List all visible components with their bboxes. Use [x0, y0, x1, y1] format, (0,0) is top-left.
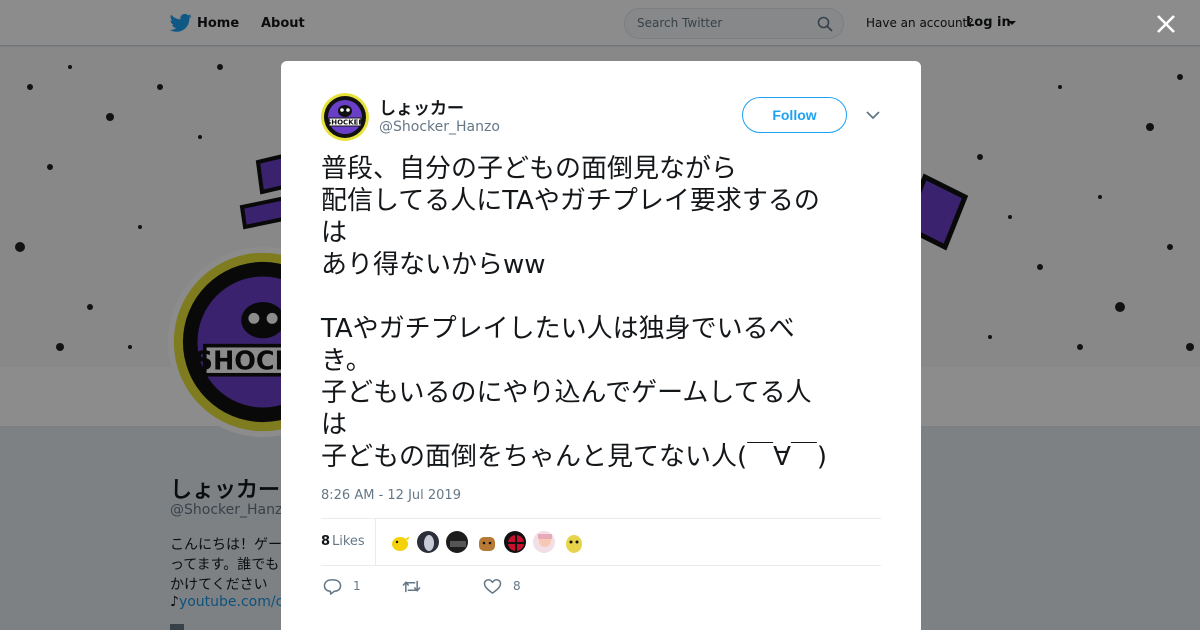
reply-icon [323, 579, 342, 595]
chevron-down-icon[interactable] [865, 109, 881, 121]
liker-avatar[interactable] [474, 530, 498, 554]
stats-divider [375, 519, 376, 566]
likes-label[interactable]: Likes [332, 534, 365, 549]
heart-icon [483, 578, 502, 594]
reply-count: 1 [353, 579, 361, 593]
tweet-author-handle[interactable]: @Shocker_Hanzo [379, 119, 500, 135]
liker-avatar[interactable] [561, 530, 585, 554]
svg-text:SHOCKER: SHOCKER [326, 119, 364, 127]
tweet-author-name[interactable]: しょッカー [379, 94, 464, 119]
tweet-stats: 8 Likes [321, 518, 881, 566]
likes-count[interactable]: 8 [321, 534, 330, 549]
retweet-icon [402, 580, 421, 593]
follow-button[interactable]: Follow [742, 97, 847, 133]
liker-avatar[interactable] [445, 530, 469, 554]
tweet-avatar[interactable]: SHOCKER [321, 93, 369, 141]
liker-avatar[interactable] [503, 530, 527, 554]
tweet-actions: 1 8 [321, 576, 881, 598]
tweet-text-line [321, 281, 881, 313]
tweet-text-line: TAやガチプレイしたい人は独身でいるべ [321, 314, 795, 344]
tweet-text-line: 子どもいるのにやり込んでゲームしてる人 [321, 378, 812, 408]
liker-avatar[interactable] [532, 530, 556, 554]
liker-avatar[interactable] [416, 530, 440, 554]
tweet-text-line: 普段、自分の子どもの面倒見ながら [321, 154, 738, 184]
tweet-text-line: は [321, 218, 348, 248]
shocker-logo: SHOCKER [321, 93, 369, 141]
liker-avatar[interactable] [387, 530, 411, 554]
like-count: 8 [513, 579, 521, 593]
close-icon[interactable] [1154, 12, 1178, 36]
tweet-text-line: 配信してる人にTAやガチプレイ要求するの [321, 186, 820, 216]
tweet-modal: SHOCKER しょッカー @Shocker_Hanzo Follow 普段、自… [281, 61, 921, 630]
tweet-text-line: は [321, 410, 348, 440]
tweet-text: 普段、自分の子どもの面倒見ながら 配信してる人にTAやガチプレイ要求するの は … [321, 153, 881, 473]
tweet-text-line: き。 [321, 346, 372, 376]
tweet-timestamp[interactable]: 8:26 AM - 12 Jul 2019 [321, 488, 461, 503]
tweet-text-line: あり得ないからww [321, 250, 546, 280]
tweet-text-line: 子どもの面倒をちゃんと見てない人(￣∀￣) [321, 442, 828, 472]
